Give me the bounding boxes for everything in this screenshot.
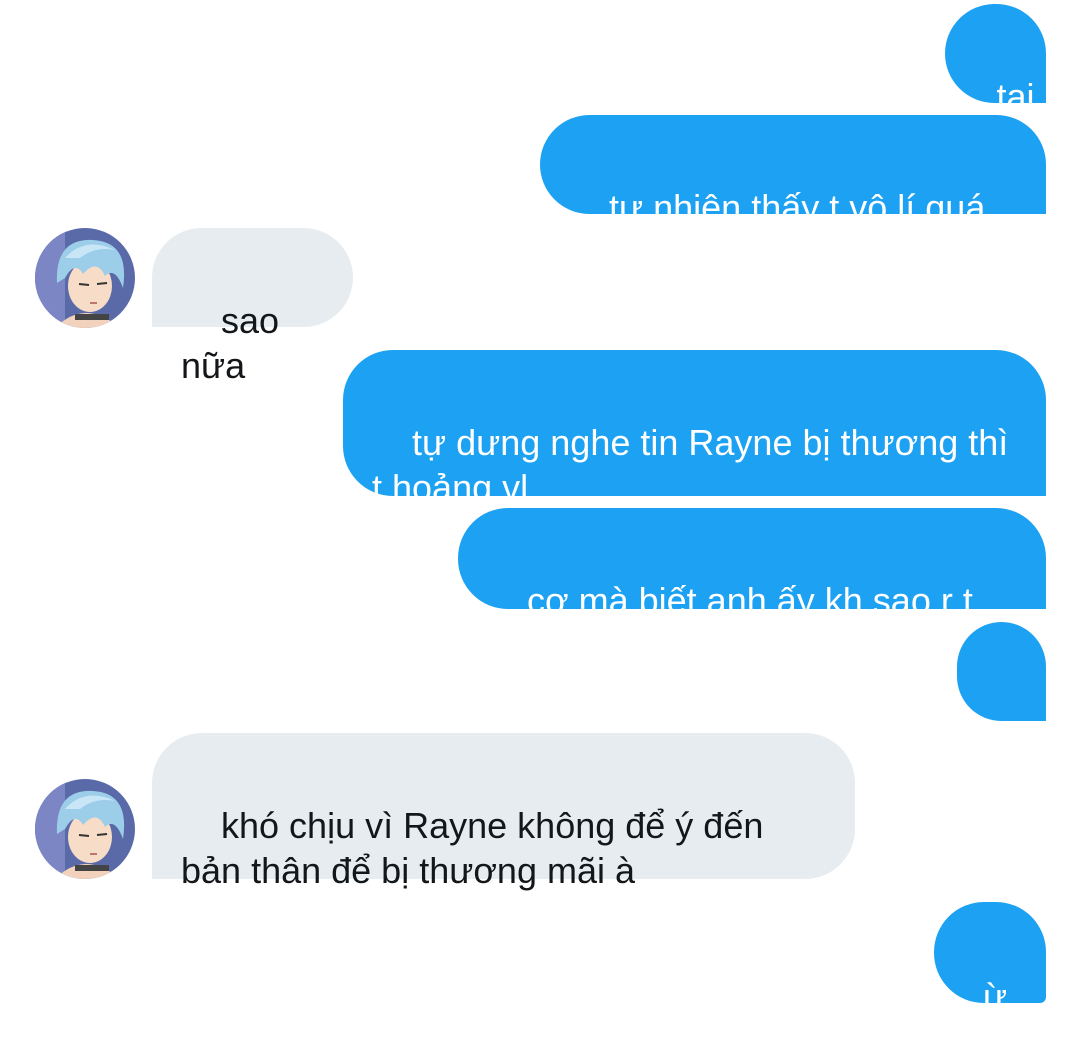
anime-avatar-icon (35, 779, 135, 879)
outgoing-message[interactable]: tự dưng nghe tin Rayne bị thương thì t h… (343, 350, 1046, 508)
outgoing-message[interactable]: tại (945, 4, 1046, 117)
outgoing-message[interactable]: tự nhiên thấy t vô lí quá th (540, 115, 1046, 273)
contact-avatar[interactable] (35, 779, 135, 879)
message-text: khó chịu vì Rayne không để ý đến bản thâ… (181, 805, 774, 891)
incoming-message[interactable]: sao nữa (152, 228, 353, 386)
incoming-message[interactable]: khó chịu vì Rayne không để ý đến bản thâ… (152, 733, 855, 891)
outgoing-message[interactable]: ... (957, 622, 1046, 730)
message-text: ừ... (982, 976, 1038, 1017)
message-text: cơ mà biết anh ấy kh sao r t lại (487, 580, 983, 666)
message-text: tự dưng nghe tin Rayne bị thương thì t h… (372, 422, 1019, 508)
outgoing-message[interactable]: ừ... (934, 902, 1046, 1017)
anime-avatar-icon (35, 228, 135, 328)
chat-thread[interactable]: tại tự nhiên thấy t vô lí quá th sao nữa… (0, 0, 1080, 1017)
message-text: sao nữa (181, 300, 290, 386)
outgoing-message[interactable]: cơ mà biết anh ấy kh sao r t lại (458, 508, 1046, 666)
message-text: tại (996, 76, 1035, 117)
message-text: tự nhiên thấy t vô lí quá th (569, 187, 996, 273)
message-text: ... (1005, 699, 1029, 730)
contact-avatar[interactable] (35, 228, 135, 328)
